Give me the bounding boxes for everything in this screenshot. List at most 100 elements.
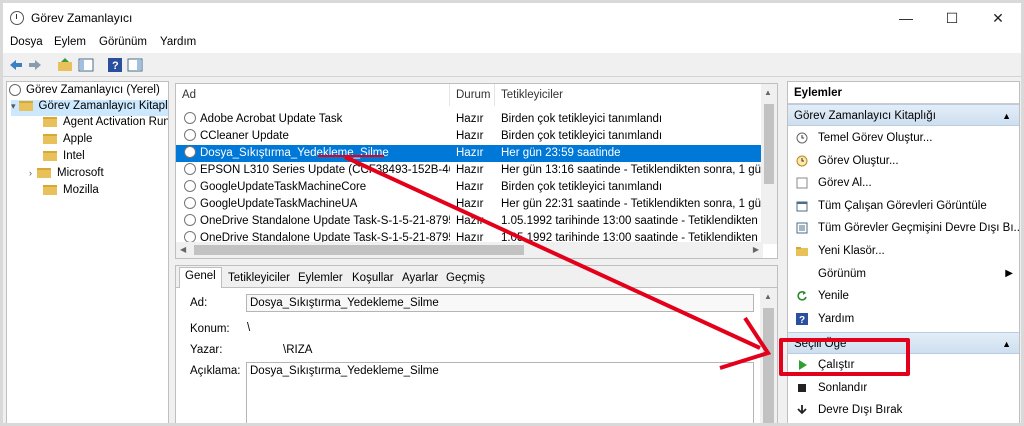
close-button[interactable]: ✕	[975, 3, 1021, 33]
action-item-disable[interactable]: Devre Dışı Bırak	[788, 399, 1019, 421]
action-item-create-basic-task[interactable]: Temel Görev Oluştur...	[788, 127, 1019, 149]
name-field[interactable]: Dosya_Sıkıştırma_Yedekleme_Silme	[246, 294, 754, 312]
tree-folder-apple[interactable]: Apple	[43, 133, 92, 149]
create-task-icon	[796, 155, 808, 167]
task-name-text: GoogleUpdateTaskMachineUA	[200, 198, 358, 210]
folder-icon	[37, 167, 51, 178]
action-item-history[interactable]: Tüm Görevler Geçmişini Devre Dışı Bı...	[788, 217, 1019, 239]
submenu-arrow-icon: ▶	[1005, 267, 1013, 279]
chevron-right-icon[interactable]: ›	[29, 168, 32, 178]
table-row[interactable]: OneDrive Standalone Update Task-S-1-5-21…	[176, 213, 763, 230]
collapse-icon[interactable]: ▲	[1002, 333, 1011, 355]
tree-folder-mozilla[interactable]: Mozilla	[43, 184, 99, 200]
title-bar: Görev Zamanlayıcı — ☐ ✕	[3, 3, 1021, 33]
action-item-view[interactable]: Görünüm ▶	[788, 263, 1019, 285]
table-row[interactable]: Dosya_Sıkıştırma_Yedekleme_Silme Hazır Her…	[176, 145, 763, 162]
tree-folder-intel[interactable]: Intel	[43, 150, 85, 166]
task-trigger: Birden çok tetikleyici tanımlandı	[501, 181, 663, 193]
back-arrow-icon[interactable]	[8, 57, 24, 73]
tree-library-label: Görev Zamanlayıcı Kitaplığı	[38, 100, 169, 112]
action-item-help[interactable]: ? Yardım	[788, 308, 1019, 330]
scroll-left-icon[interactable]: ◀	[180, 245, 186, 254]
scroll-up-icon[interactable]: ▲	[764, 292, 772, 301]
task-trigger: Birden çok tetikleyici tanımlandı	[501, 130, 663, 142]
show-hide-tree-icon[interactable]	[78, 57, 94, 73]
tab-tetikleyiciler[interactable]: Tetikleyiciler	[222, 269, 296, 288]
action-label: Tüm Görevler Geçmişini Devre Dışı Bı...	[818, 222, 1020, 235]
minimize-button[interactable]: —	[883, 3, 929, 33]
help-icon[interactable]: ?	[107, 57, 123, 73]
column-header-name[interactable]: Ad	[176, 84, 450, 106]
menu-dosya[interactable]: Dosya	[10, 36, 43, 48]
task-list-vertical-scrollbar[interactable]: ▲	[761, 84, 777, 244]
task-name: CCleaner Update	[184, 128, 450, 145]
running-tasks-icon	[796, 201, 808, 212]
action-item-refresh[interactable]: Yenile	[788, 285, 1019, 307]
tree-folder-agent[interactable]: Agent Activation Runt	[43, 116, 168, 132]
task-clock-icon	[184, 197, 196, 209]
tab-eylemler[interactable]: Eylemler	[292, 269, 349, 288]
disable-icon	[797, 405, 807, 415]
task-trigger: Her gün 23:59 saatinde	[501, 147, 621, 159]
table-row[interactable]: GoogleUpdateTaskMachineCore Hazır Birden ç…	[176, 179, 763, 196]
column-header-status[interactable]: Durum	[450, 84, 495, 106]
tree-root-label: Görev Zamanlayıcı (Yerel)	[26, 84, 160, 97]
details-scrollbar[interactable]: ▲	[760, 288, 777, 423]
tab-gecmis[interactable]: Geçmiş	[440, 269, 491, 288]
table-row[interactable]: Adobe Acrobat Update Task Hazır Birden çok…	[176, 111, 763, 128]
import-task-icon	[796, 177, 808, 189]
svg-text:?: ?	[799, 315, 805, 325]
action-pane-icon[interactable]	[127, 57, 143, 73]
task-clock-icon	[184, 163, 196, 175]
maximize-button[interactable]: ☐	[929, 3, 975, 33]
tab-genel[interactable]: Genel	[179, 267, 222, 289]
menu-yardim[interactable]: Yardım	[160, 36, 196, 48]
up-folder-icon[interactable]	[57, 57, 73, 73]
task-list-horizontal-scrollbar[interactable]: ◀ ▶	[176, 242, 763, 258]
task-name: GoogleUpdateTaskMachineCore	[184, 179, 450, 196]
scroll-thumb[interactable]	[763, 308, 774, 423]
scroll-right-icon[interactable]: ▶	[753, 245, 759, 254]
action-item-running-tasks[interactable]: Tüm Çalışan Görevleri Görüntüle	[788, 195, 1019, 217]
action-label: Devre Dışı Bırak	[818, 404, 903, 417]
task-name: GoogleUpdateTaskMachineUA	[184, 196, 450, 213]
svg-text:?: ?	[112, 60, 119, 72]
action-item-import-task[interactable]: Görev Al...	[788, 172, 1019, 194]
menu-gorunum[interactable]: Görünüm	[99, 36, 147, 48]
task-clock-icon	[184, 112, 196, 124]
tree-root[interactable]: Görev Zamanlayıcı (Yerel)	[9, 84, 160, 100]
tree-library[interactable]: ▾ Görev Zamanlayıcı Kitaplığı	[11, 100, 169, 116]
action-item-create-task[interactable]: Görev Oluştur...	[788, 150, 1019, 172]
description-field[interactable]: Dosya_Sıkıştırma_Yedekleme_Silme	[246, 362, 754, 423]
actions-library-section[interactable]: Görev Zamanlayıcı Kitaplığı ▲	[788, 104, 1019, 126]
task-clock-icon	[184, 214, 196, 226]
table-row[interactable]: EPSON L310 Series Update (CCF38493-152B-…	[176, 162, 763, 179]
annotation-highlight-box	[779, 338, 910, 376]
action-label: Görev Al...	[818, 177, 872, 190]
tree-folder-label: Intel	[63, 150, 85, 162]
action-label: Temel Görev Oluştur...	[818, 132, 933, 144]
location-label: Konum:	[190, 323, 230, 335]
tab-ayarlar[interactable]: Ayarlar	[396, 269, 444, 288]
table-row[interactable]: GoogleUpdateTaskMachineUA Hazır Her gün 22…	[176, 196, 763, 213]
details-tabs: Genel Tetikleyiciler Eylemler Koşullar A…	[176, 266, 777, 289]
forward-arrow-icon[interactable]	[27, 57, 43, 73]
view-icon	[796, 268, 808, 280]
chevron-down-icon[interactable]: ▾	[11, 101, 16, 111]
tree-folder-microsoft[interactable]: › Microsoft	[29, 167, 104, 183]
scroll-thumb[interactable]	[764, 104, 774, 184]
scroll-up-icon[interactable]: ▲	[764, 88, 772, 97]
column-header-triggers[interactable]: Tetikleyiciler	[495, 84, 763, 106]
tab-kosullar[interactable]: Koşullar	[346, 269, 400, 288]
scroll-thumb[interactable]	[194, 245, 524, 255]
task-name-text: CCleaner Update	[200, 130, 289, 142]
task-status: Hazır	[456, 215, 484, 227]
action-item-new-folder[interactable]: Yeni Klasör...	[788, 240, 1019, 262]
task-clock-icon	[184, 180, 196, 192]
tree-folder-label: Microsoft	[57, 167, 104, 179]
menu-eylem[interactable]: Eylem	[54, 36, 86, 48]
action-label: Sonlandır	[818, 381, 868, 394]
table-row[interactable]: CCleaner Update Hazır Birden çok tetikleyi…	[176, 128, 763, 145]
action-item-stop[interactable]: Sonlandır	[788, 377, 1019, 399]
collapse-icon[interactable]: ▲	[1002, 105, 1011, 127]
